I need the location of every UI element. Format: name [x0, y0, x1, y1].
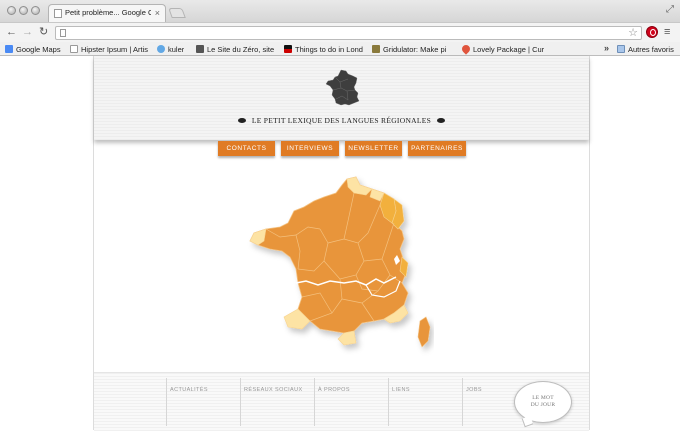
france-logo-icon[interactable] — [324, 68, 364, 108]
footer-col-a-propos[interactable]: À PROPOS — [314, 378, 386, 426]
page-content: LE PETIT LEXIQUE DES LANGUES RÉGIONALES … — [93, 56, 590, 431]
heart-icon — [460, 43, 472, 55]
fullscreen-icon[interactable]: ⤢ — [666, 4, 674, 15]
folder-icon — [617, 45, 625, 53]
address-input[interactable] — [69, 27, 609, 39]
footer-col-label: ACTUALITÉS — [170, 387, 208, 393]
reload-icon[interactable]: ↻ — [39, 26, 48, 39]
page-icon — [54, 9, 62, 18]
map-pin-icon — [5, 45, 13, 53]
bookmark-folder-other[interactable]: Autres favoris — [617, 43, 679, 55]
menu-icon[interactable]: ≡ — [664, 26, 670, 38]
minimize-window-button[interactable] — [19, 6, 28, 15]
kuler-icon — [157, 45, 165, 53]
decorative-dot — [237, 117, 246, 123]
bookmarks-bar: Google Maps Hipster Ipsum | Artis kuler … — [0, 42, 680, 56]
footer-col-reseaux-sociaux[interactable]: RÉSEAUX SOCIAUX — [240, 378, 312, 426]
tab-strip: Petit problème... Google Ch × ⤢ — [0, 0, 680, 22]
footer-col-label: RÉSEAUX SOCIAUX — [244, 387, 303, 393]
site-header: LE PETIT LEXIQUE DES LANGUES RÉGIONALES — [94, 56, 589, 140]
page-icon — [60, 29, 66, 37]
bookmark-gridulator[interactable]: Gridulator: Make pi — [372, 43, 454, 55]
bookmark-google-maps[interactable]: Google Maps — [5, 43, 65, 55]
close-icon[interactable]: × — [155, 7, 160, 19]
zoom-window-button[interactable] — [31, 6, 40, 15]
extension-icon[interactable] — [646, 26, 658, 38]
nav-interviews-button[interactable]: INTERVIEWS — [281, 141, 339, 156]
site-title: LE PETIT LEXIQUE DES LANGUES RÉGIONALES — [251, 115, 432, 125]
nav-partenaires-button[interactable]: PARTENAIRES — [408, 141, 466, 156]
back-arrow-icon[interactable]: ← — [6, 26, 17, 39]
site-icon — [196, 45, 204, 53]
forward-arrow-icon[interactable]: → — [22, 26, 33, 39]
footer-col-label: À PROPOS — [318, 387, 350, 393]
decorative-dot — [437, 117, 446, 123]
france-regions-map[interactable] — [244, 171, 434, 356]
page-icon — [70, 45, 78, 53]
word-of-day-bubble[interactable]: LE MOT DU JOUR — [514, 381, 572, 423]
footer-col-liens[interactable]: LIENS — [388, 378, 460, 426]
nav-newsletter-button[interactable]: NEWSLETTER — [345, 141, 402, 156]
roussillon-region — [337, 330, 357, 346]
bookmark-kuler[interactable]: kuler — [157, 43, 193, 55]
bookmark-site-du-zero[interactable]: Le Site du Zéro, site — [196, 43, 276, 55]
browser-tab[interactable]: Petit problème... Google Ch × — [48, 4, 166, 22]
more-bookmarks-chevron-icon[interactable]: » — [604, 43, 609, 53]
bookmark-star-icon[interactable]: ☆ — [628, 26, 638, 39]
bookmark-lovely-package[interactable]: Lovely Package | Cur — [460, 43, 544, 55]
bookmark-things-to-do[interactable]: Things to do in Lond — [284, 43, 364, 55]
close-window-button[interactable] — [7, 6, 16, 15]
footer-col-label: LIENS — [392, 387, 410, 393]
nav-contacts-button[interactable]: CONTACTS — [218, 141, 275, 156]
site-title-row: LE PETIT LEXIQUE DES LANGUES RÉGIONALES — [94, 114, 589, 126]
bookmark-hipster-ipsum[interactable]: Hipster Ipsum | Artis — [70, 43, 150, 55]
word-of-day-label: LE MOT DU JOUR — [530, 395, 556, 408]
new-tab-button[interactable] — [168, 8, 186, 18]
corsica-region — [417, 316, 431, 348]
grid-icon — [372, 45, 380, 53]
flag-icon — [284, 45, 292, 53]
browser-toolbar: ← → ↻ ☆ ≡ — [0, 22, 680, 42]
footer-col-actualites[interactable]: ACTUALITÉS — [166, 378, 238, 426]
site-footer: ACTUALITÉS RÉSEAUX SOCIAUX À PROPOS LIEN… — [94, 372, 589, 431]
footer-col-label: JOBS — [466, 387, 482, 393]
tab-title: Petit problème... Google Ch — [65, 8, 151, 17]
address-bar[interactable]: ☆ — [55, 26, 642, 40]
